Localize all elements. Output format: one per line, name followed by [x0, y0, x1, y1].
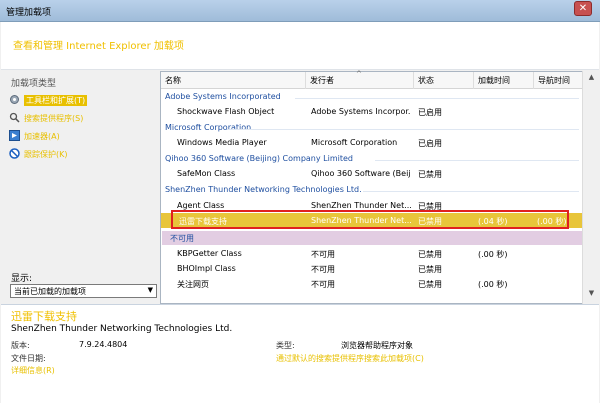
column-header-load-time[interactable]: 加载时间	[474, 72, 534, 89]
sidebar-item-accelerators[interactable]: 加速器(A)	[9, 130, 159, 144]
table-row[interactable]: KBPGetter Class 不可用 已禁用 (.00 秒)	[161, 246, 583, 261]
vertical-scrollbar[interactable]: ▲ ▼	[582, 71, 599, 304]
show-dropdown[interactable]: 当前已加载的加载项 ▼	[10, 284, 157, 298]
file-date-label: 文件日期:	[11, 354, 46, 363]
highlight-box	[171, 210, 569, 229]
tracking-protection-icon	[9, 148, 20, 159]
table-row[interactable]: BHOImpl Class 不可用 已禁用	[161, 261, 583, 276]
show-label: 显示:	[11, 274, 33, 284]
title-bar: 管理加载项 ✕	[0, 0, 600, 22]
column-headers: 名称 发行者 ^ 状态 加载时间 导航时间	[161, 70, 583, 89]
scroll-down-icon[interactable]: ▼	[585, 289, 598, 302]
group-header: ShenZhen Thunder Networking Technologies…	[165, 183, 581, 197]
sidebar-item-search-providers[interactable]: 搜索提供程序(S)	[9, 112, 159, 126]
show-dropdown-value: 当前已加载的加载项	[14, 287, 86, 296]
manage-addons-window: 管理加载项 ✕ 查看和管理 Internet Explorer 加载项 加载项类…	[0, 0, 600, 403]
table-row[interactable]: SafeMon Class Qihoo 360 Software (Beij..…	[161, 166, 583, 181]
addon-list: 名称 发行者 ^ 状态 加载时间 导航时间 Adobe Systems Incor…	[160, 70, 583, 304]
table-row[interactable]: Shockwave Flash Object Adobe Systems Inc…	[161, 104, 583, 119]
table-row[interactable]: 关注网页 不可用 已禁用 (.00 秒)	[161, 276, 583, 291]
column-header-status[interactable]: 状态	[414, 72, 474, 89]
sort-indicator-icon: ^	[356, 70, 362, 78]
group-header: 不可用	[162, 231, 582, 245]
sidebar-item-toolbars-extensions[interactable]: 工具栏和扩展(T)	[9, 94, 159, 108]
chevron-down-icon: ▼	[147, 286, 153, 294]
version-label: 版本:	[11, 341, 30, 350]
details-panel: 迅雷下载支持 ShenZhen Thunder Networking Techn…	[1, 304, 599, 403]
sidebar-item-label: 加速器(A)	[24, 132, 60, 141]
addon-types-sidebar: 加载项类型 工具栏和扩展(T) 搜索提供程序(S) 加速器(A) 跟踪保护(K)…	[1, 71, 160, 304]
selected-addon-name: 迅雷下载支持	[11, 310, 77, 323]
group-header: Microsoft Corporation	[165, 121, 581, 135]
sidebar-item-label: 工具栏和扩展(T)	[24, 95, 88, 106]
sidebar-item-tracking-protection[interactable]: 跟踪保护(K)	[9, 148, 159, 162]
header-headline: 查看和管理 Internet Explorer 加载项	[13, 41, 184, 52]
group-header: Adobe Systems Incorporated	[165, 90, 581, 104]
more-info-link[interactable]: 详细信息(R)	[11, 365, 55, 376]
search-icon	[9, 112, 20, 123]
addon-types-label: 加载项类型	[11, 79, 57, 89]
type-value: 浏览器帮助程序对象	[341, 341, 413, 350]
sidebar-item-label: 跟踪保护(K)	[24, 150, 68, 159]
accelerator-icon	[9, 130, 20, 141]
table-row[interactable]: Windows Media Player Microsoft Corporati…	[161, 135, 583, 150]
scroll-up-icon[interactable]: ▲	[585, 73, 598, 86]
type-label: 类型:	[276, 341, 295, 350]
sidebar-item-label: 搜索提供程序(S)	[24, 114, 84, 123]
group-header: Qihoo 360 Software (Beijing) Company Lim…	[165, 152, 581, 166]
search-addon-link[interactable]: 通过默认的搜索提供程序搜索此加载项(C)	[276, 353, 424, 364]
close-button[interactable]: ✕	[574, 1, 592, 16]
window-title: 管理加载项	[6, 8, 52, 18]
column-header-publisher[interactable]: 发行者 ^	[306, 70, 414, 89]
version-value: 7.9.24.4804	[79, 340, 128, 349]
column-header-nav-time[interactable]: 导航时间	[534, 72, 583, 89]
column-header-name[interactable]: 名称	[161, 72, 306, 89]
selected-addon-publisher: ShenZhen Thunder Networking Technologies…	[11, 324, 233, 334]
gear-icon	[10, 95, 19, 104]
header-panel: 查看和管理 Internet Explorer 加载项	[1, 22, 599, 70]
